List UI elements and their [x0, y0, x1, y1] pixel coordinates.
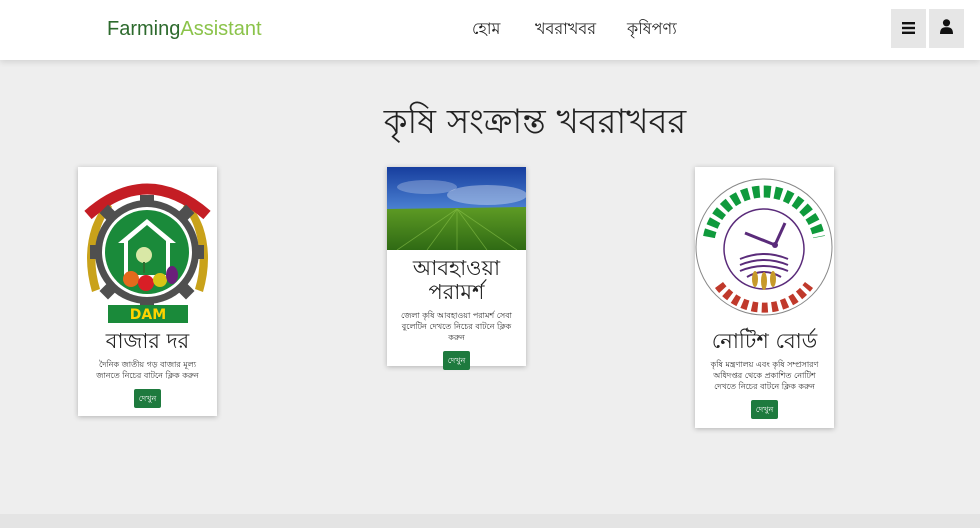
navbar: FarmingAssistant হোম খবরাখবর কৃষিপণ্য: [0, 0, 980, 60]
dam-logo-label: DAM: [130, 307, 166, 323]
footer-strip: [0, 514, 980, 528]
view-weather-advice-button[interactable]: দেখুন: [442, 351, 471, 370]
brand-part-assistant: Assistant: [180, 18, 262, 40]
brand-part-farming: Farming: [107, 18, 181, 40]
card-text-market-price: দৈনিক জাতীয় গড় বাজার মূল্য জানতে নিচের…: [96, 360, 199, 380]
brand-logo[interactable]: FarmingAssistant: [107, 16, 262, 42]
dam-logo-image: DAM: [78, 167, 217, 327]
nav-link-home[interactable]: হোম: [472, 18, 500, 40]
page-title: কৃষি সংক্রান্ত খবরাখবর: [383, 102, 687, 142]
user-icon: [940, 19, 953, 38]
card-text-weather-advice: জেলা কৃষি আবহাওয়া পরামর্শ সেবা বুলেটিন …: [400, 311, 512, 342]
dae-logo-image: [695, 167, 834, 327]
card-title-market-price: বাজার দর: [105, 329, 190, 353]
field-sky-image: [387, 167, 526, 250]
hamburger-icon: [902, 19, 915, 38]
view-notice-board-button[interactable]: দেখুন: [750, 400, 779, 419]
menu-button[interactable]: [891, 9, 926, 48]
card-market-price: DAM বাজার দর দৈনিক জাতীয় গড় বাজার মূল্…: [78, 167, 217, 416]
card-weather-advice: আবহাওয়া পরামর্শ জেলা কৃষি আবহাওয়া পরাম…: [387, 167, 526, 370]
user-button[interactable]: [929, 9, 964, 48]
card-title-weather-advice: আবহাওয়া পরামর্শ: [412, 256, 501, 304]
view-market-price-button[interactable]: দেখুন: [133, 389, 162, 408]
card-title-notice-board: নোটিশ বোর্ড: [711, 329, 818, 353]
card-notice-board: নোটিশ বোর্ড কৃষি মন্ত্রণালয় এবং কৃষি সম…: [695, 167, 834, 428]
card-text-notice-board: কৃষি মন্ত্রণালয় এবং কৃষি সম্প্রসারণ অধি…: [710, 360, 819, 391]
nav-link-news[interactable]: খবরাখবর: [535, 18, 596, 40]
nav-link-products[interactable]: কৃষিপণ্য: [627, 18, 677, 40]
